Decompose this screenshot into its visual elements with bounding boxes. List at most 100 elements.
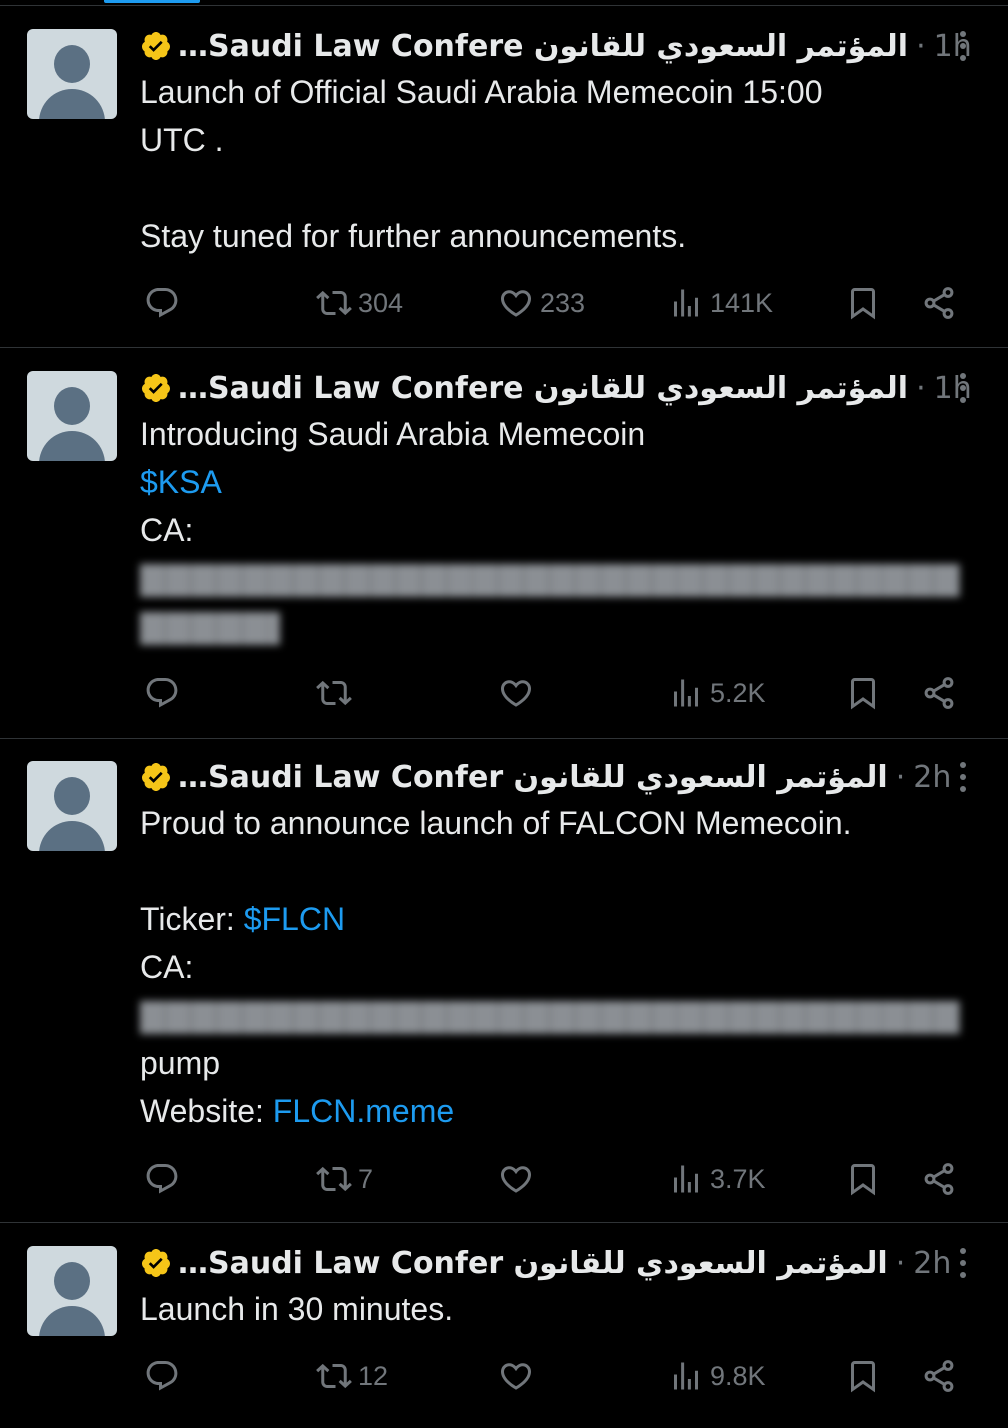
retweet-button[interactable]: [316, 671, 358, 715]
tweet-text-line: Launch in 30 minutes.: [140, 1291, 454, 1327]
bookmark-button[interactable]: [845, 1354, 881, 1398]
view-count: 3.7K: [710, 1163, 766, 1194]
tweet-header: المؤتمر السعودي للقانون Saudi Law Confer…: [140, 757, 951, 797]
bookmark-button[interactable]: [845, 671, 881, 715]
bookmark-button[interactable]: [845, 281, 881, 325]
active-tab-indicator: [104, 0, 200, 3]
reply-button[interactable]: [144, 1354, 186, 1398]
verified-badge-icon: [141, 1249, 170, 1277]
views-icon: [674, 1165, 698, 1193]
tweet-text-line: Proud to announce launch of FALCON Memec…: [140, 805, 852, 841]
redacted-contract-address: ▇▇▇▇▇▇▇▇▇▇▇▇▇▇▇▇▇▇▇▇▇▇▇▇▇▇▇▇▇▇▇▇▇▇▇▇▇▇▇▇…: [140, 560, 960, 596]
share-button[interactable]: [921, 1354, 957, 1398]
tweet-time[interactable]: 2h: [913, 760, 951, 795]
reply-button[interactable]: [144, 281, 186, 325]
author-name[interactable]: المؤتمر السعودي للقانون Saudi Law Confer…: [178, 760, 888, 795]
view-count: 9.8K: [710, 1360, 766, 1391]
avatar[interactable]: [27, 29, 117, 119]
tweet-time[interactable]: 2h: [913, 1246, 951, 1281]
redacted-contract-address: ▇▇▇▇▇▇▇: [140, 608, 280, 644]
ca-label: CA:: [140, 949, 194, 985]
views-button[interactable]: 5.2K: [668, 671, 766, 715]
bookmark-button[interactable]: [845, 1157, 881, 1201]
retweet-count: 7: [358, 1163, 374, 1194]
verified-badge-icon: [141, 763, 170, 791]
bookmark-icon: [851, 678, 875, 710]
retweet-button[interactable]: 304: [316, 281, 403, 325]
retweet-button[interactable]: 12: [316, 1354, 388, 1398]
share-icon: [924, 287, 954, 319]
cashtag-link[interactable]: $FLCN: [244, 901, 345, 937]
view-count: 5.2K: [710, 677, 766, 708]
more-icon[interactable]: [950, 26, 976, 66]
reply-button[interactable]: [144, 671, 186, 715]
tweet-text: Launch of Official Saudi Arabia Memecoin…: [140, 68, 980, 260]
tweet-text-line: pump: [140, 1045, 221, 1081]
timeline-feed: المؤتمر السعودي للقانون Saudi Law Confer…: [0, 0, 1008, 1428]
redacted-contract-address: ▇▇▇▇▇▇▇▇▇▇▇▇▇▇▇▇▇▇▇▇▇▇▇▇▇▇▇▇▇▇▇▇▇▇▇▇▇▇▇▇…: [140, 997, 960, 1033]
share-button[interactable]: [921, 671, 957, 715]
website-label: Website:: [140, 1093, 273, 1129]
avatar[interactable]: [27, 761, 117, 851]
header-separator: ·: [895, 1245, 906, 1281]
views-icon: [674, 679, 698, 707]
verified-badge-icon: [141, 374, 170, 402]
more-icon[interactable]: [950, 757, 976, 797]
views-button[interactable]: 141K: [668, 281, 773, 325]
header-separator: ·: [916, 28, 926, 64]
website-link[interactable]: FLCN.meme: [273, 1093, 454, 1129]
retweet-icon: [316, 680, 352, 706]
header-separator: ·: [916, 370, 926, 406]
reply-icon: [146, 1164, 178, 1194]
reply-icon: [146, 1361, 178, 1391]
tweet-text-line: Launch of Official Saudi Arabia Memecoin…: [140, 74, 823, 110]
views-icon: [674, 1362, 698, 1390]
tweet-text: Proud to announce launch of FALCON Memec…: [140, 799, 980, 1135]
view-count: 141K: [710, 287, 774, 318]
like-button[interactable]: [498, 671, 540, 715]
author-name[interactable]: المؤتمر السعودي للقانون Saudi Law Confer…: [178, 29, 908, 64]
like-button[interactable]: [498, 1157, 540, 1201]
tweet-actions: 5.2K: [0, 671, 1008, 715]
retweet-icon: [316, 290, 352, 316]
retweet-icon: [316, 1363, 352, 1389]
like-icon: [500, 1363, 532, 1390]
bookmark-icon: [851, 288, 875, 320]
verified-badge-icon: [141, 32, 170, 60]
tweet-header: المؤتمر السعودي للقانون Saudi Law Confer…: [140, 26, 972, 66]
retweet-count: 304: [358, 287, 404, 318]
tweet-text: Launch in 30 minutes.: [140, 1285, 980, 1333]
avatar[interactable]: [27, 1246, 117, 1336]
tweet-text-line: [140, 164, 980, 212]
views-button[interactable]: 9.8K: [668, 1354, 766, 1398]
tweet-text: Introducing Saudi Arabia Memecoin $KSA C…: [140, 410, 980, 650]
bookmark-icon: [851, 1164, 875, 1196]
like-button[interactable]: [498, 1354, 540, 1398]
author-name[interactable]: المؤتمر السعودي للقانون Saudi Law Confer…: [178, 1246, 888, 1281]
reply-icon: [146, 678, 178, 708]
avatar[interactable]: [27, 371, 117, 461]
tweet-card[interactable]: المؤتمر السعودي للقانون Saudi Law Confer…: [0, 739, 1008, 1221]
share-button[interactable]: [921, 281, 957, 325]
tweet-header: المؤتمر السعودي للقانون Saudi Law Confer…: [140, 1243, 951, 1283]
cashtag-link[interactable]: $KSA: [140, 464, 222, 500]
tweet-card[interactable]: المؤتمر السعودي للقانون Saudi Law Confer…: [0, 348, 1008, 738]
like-button[interactable]: 233: [498, 281, 585, 325]
like-icon: [500, 1166, 532, 1193]
views-button[interactable]: 3.7K: [668, 1157, 766, 1201]
share-button[interactable]: [921, 1157, 957, 1201]
author-name[interactable]: المؤتمر السعودي للقانون Saudi Law Confer…: [178, 371, 908, 406]
like-icon: [500, 680, 532, 707]
tweet-text-line: Introducing Saudi Arabia Memecoin: [140, 416, 646, 452]
reply-button[interactable]: [144, 1157, 186, 1201]
more-icon[interactable]: [950, 368, 976, 408]
more-icon[interactable]: [950, 1243, 976, 1283]
share-icon: [924, 1163, 954, 1195]
tweet-actions: 304 233 141K: [0, 281, 1008, 325]
reply-icon: [146, 288, 178, 318]
tweet-header: المؤتمر السعودي للقانون Saudi Law Confer…: [140, 368, 972, 408]
retweet-icon: [316, 1166, 352, 1192]
tweet-card[interactable]: المؤتمر السعودي للقانون Saudi Law Confer…: [0, 1223, 1008, 1428]
tweet-card[interactable]: المؤتمر السعودي للقانون Saudi Law Confer…: [0, 6, 1008, 346]
retweet-button[interactable]: 7: [316, 1157, 373, 1201]
